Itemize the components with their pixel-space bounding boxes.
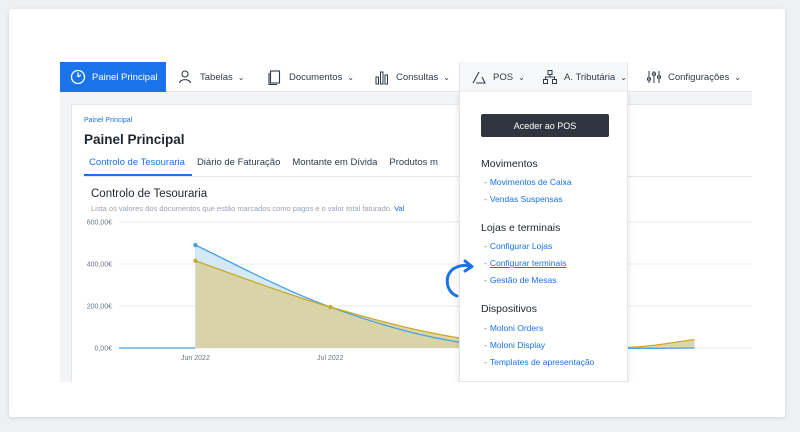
- nav-label: Consultas: [396, 71, 439, 83]
- nav-painel-principal[interactable]: Painel Principal: [60, 62, 166, 92]
- network-icon: [542, 69, 558, 85]
- sliders-icon: [646, 69, 662, 85]
- menu-heading-movimentos: Movimentos: [481, 158, 538, 170]
- menu-link-gestao-mesas[interactable]: - Gestão de Mesas: [484, 275, 556, 285]
- tab-produtos[interactable]: Produtos m: [384, 157, 445, 176]
- description-text: Lista os valores dos documentos que estã…: [91, 204, 393, 213]
- page-title: Painel Principal: [84, 132, 185, 147]
- nav-tabelas[interactable]: Tabelas ⌄: [178, 62, 244, 92]
- menu-link-moloni-display[interactable]: - Moloni Display: [484, 340, 545, 350]
- data-point-blue: [193, 242, 198, 248]
- pointer-arrow-icon: [445, 259, 474, 298]
- menu-link-vendas-suspensas[interactable]: - Vendas Suspensas: [484, 194, 563, 204]
- chevron-down-icon: ⌄: [620, 72, 627, 82]
- nav-label: POS: [493, 71, 514, 83]
- chevron-down-icon: ⌄: [443, 72, 450, 82]
- y-tick-label: 0,00€: [94, 346, 112, 353]
- chevron-down-icon: ⌄: [734, 72, 741, 82]
- menu-heading-lojas-terminais: Lojas e terminais: [481, 222, 561, 234]
- chevron-down-icon: ⌄: [518, 72, 525, 82]
- app-viewport: Painel Principal Tabelas ⌄ Documentos ⌄ …: [60, 62, 752, 382]
- menu-link-configurar-terminais[interactable]: - Configurar terminais: [484, 258, 566, 268]
- nav-label: Tabelas: [200, 71, 233, 83]
- menu-link-templates-apresentacao[interactable]: - Templates de apresentação: [484, 357, 594, 367]
- chevron-down-icon: ⌄: [347, 72, 355, 82]
- x-tick-label: Jun 2022: [181, 355, 210, 362]
- nav-label: A. Tributária: [564, 71, 616, 83]
- pos-dropdown-menu: Aceder ao POS Movimentos - Movimentos de …: [459, 92, 628, 382]
- section-description: Lista os valores dos documentos que estã…: [91, 204, 404, 213]
- tab-montante-divida[interactable]: Montante em Dívida: [287, 157, 384, 176]
- menu-link-movimentos-caixa[interactable]: - Movimentos de Caixa: [484, 177, 572, 187]
- dashboard-panel: Painel Principal Painel Principal Contro…: [71, 104, 752, 382]
- menu-heading-dispositivos: Dispositivos: [481, 303, 538, 315]
- nav-consultas[interactable]: Consultas ⌄: [374, 62, 450, 92]
- users-icon: [178, 69, 194, 85]
- main-navigation: Painel Principal Tabelas ⌄ Documentos ⌄ …: [60, 62, 752, 92]
- nav-configuracoes[interactable]: Configurações ⌄: [646, 62, 741, 92]
- menu-link-configurar-lojas[interactable]: - Configurar Lojas: [484, 241, 552, 251]
- tab-controlo-tesouraria[interactable]: Controlo de Tesouraria: [84, 157, 192, 176]
- description-link[interactable]: Val: [394, 204, 404, 213]
- aceder-pos-button[interactable]: Aceder ao POS: [481, 114, 609, 137]
- nav-label: Configurações: [668, 71, 730, 83]
- dashboard-tabs: Controlo de Tesouraria Diário de Faturaç…: [84, 157, 752, 177]
- nav-label: Documentos: [289, 71, 343, 83]
- section-title: Controlo de Tesouraria: [91, 188, 208, 200]
- document-icon: [267, 69, 283, 85]
- nav-autoridade-tributaria[interactable]: A. Tributária ⌄: [542, 62, 627, 92]
- y-tick-label: 400,00€: [87, 262, 112, 269]
- bar-chart-icon: [374, 69, 390, 85]
- y-tick-label: 200,00€: [87, 304, 112, 311]
- screenshot-card: Painel Principal Tabelas ⌄ Documentos ⌄ …: [9, 9, 785, 417]
- menu-link-moloni-orders[interactable]: - Moloni Orders: [484, 323, 543, 333]
- treasury-chart: 600,00€ 400,00€ 200,00€ 0,00€ Jun 2022 Jul 20…: [87, 220, 752, 362]
- nav-documentos[interactable]: Documentos ⌄: [267, 62, 354, 92]
- gauge-icon: [70, 69, 86, 85]
- chevron-down-icon: ⌄: [237, 72, 245, 82]
- pos-icon: [471, 69, 487, 85]
- data-point-gold: [193, 258, 198, 264]
- y-tick-label: 600,00€: [87, 220, 112, 227]
- x-tick-label: Jul 2022: [317, 355, 344, 362]
- data-point-gold: [328, 304, 333, 310]
- nav-label: Painel Principal: [92, 71, 158, 83]
- breadcrumb[interactable]: Painel Principal: [84, 117, 132, 124]
- tab-diario-faturacao[interactable]: Diário de Faturação: [192, 157, 287, 176]
